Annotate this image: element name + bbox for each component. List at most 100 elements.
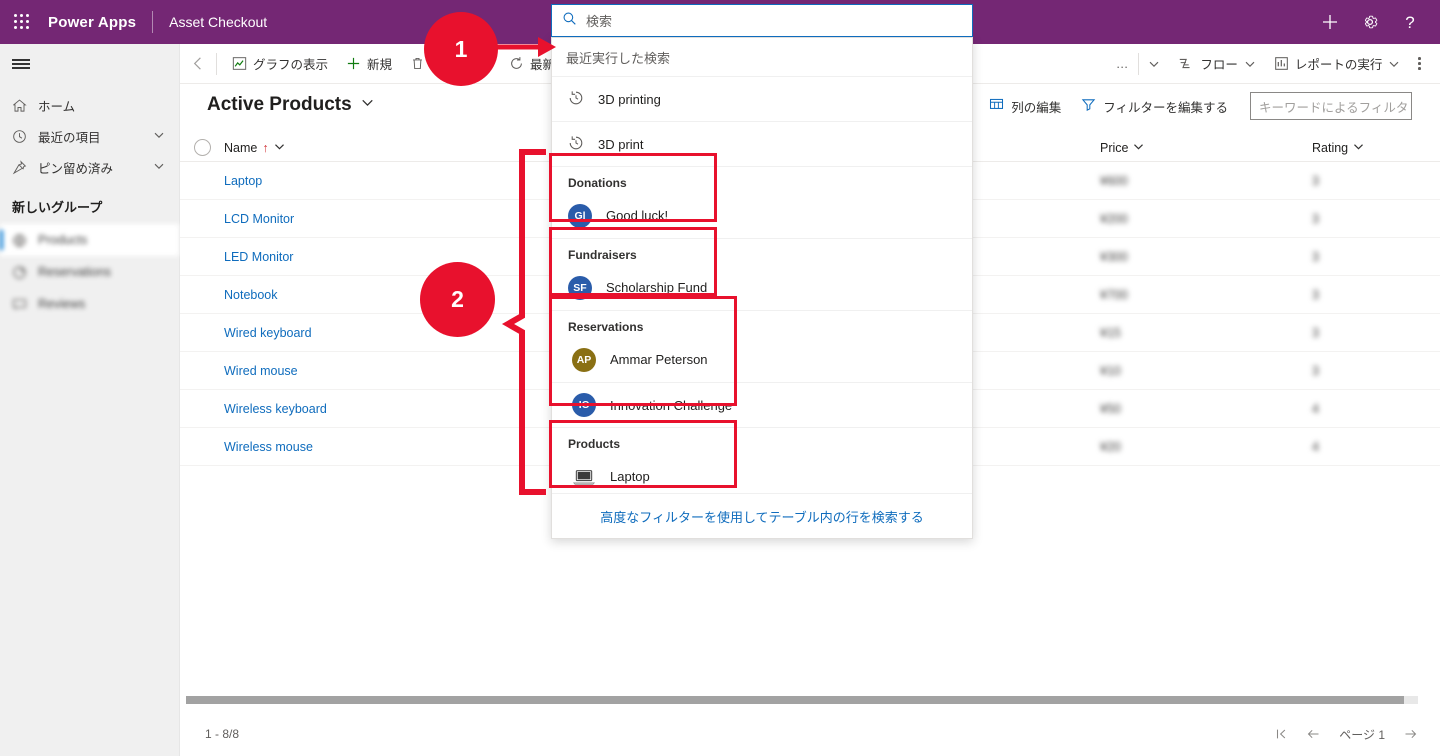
command-bar-divider bbox=[216, 52, 217, 75]
column-header-rating[interactable]: Rating bbox=[1312, 141, 1440, 155]
cell-rating: 3 bbox=[1312, 325, 1319, 340]
chevron-down-icon[interactable] bbox=[361, 96, 374, 114]
column-header-name[interactable]: Name ↑ bbox=[224, 141, 526, 155]
select-all-cell bbox=[180, 139, 224, 156]
app-name-label[interactable]: Asset Checkout bbox=[169, 14, 267, 30]
sidebar-item-home[interactable]: ホーム bbox=[0, 90, 179, 121]
more-vertical-icon bbox=[1418, 57, 1421, 70]
cell-rating: 3 bbox=[1312, 249, 1319, 264]
row-link[interactable]: Wired keyboard bbox=[224, 326, 312, 340]
suggestion-item-innovation-challenge[interactable]: IC Innovation Challenge bbox=[552, 382, 972, 427]
columns-icon bbox=[989, 97, 1004, 115]
search-input[interactable]: 検索 bbox=[551, 4, 973, 37]
cell-name: Wired keyboard bbox=[224, 326, 526, 340]
sidebar-item-pinned[interactable]: ピン留め済み bbox=[0, 152, 179, 183]
cell-price: ¥700 bbox=[1100, 287, 1128, 302]
first-page-icon[interactable] bbox=[1274, 727, 1288, 741]
chevron-down-icon[interactable] bbox=[153, 129, 165, 144]
scrollbar-thumb[interactable] bbox=[186, 696, 1404, 704]
overflow-ellipsis-button[interactable]: … bbox=[1107, 44, 1139, 84]
sort-ascending-icon: ↑ bbox=[262, 140, 269, 155]
row-link[interactable]: Notebook bbox=[224, 288, 278, 302]
cell-name: Laptop bbox=[224, 174, 526, 188]
page-number-label: ページ 1 bbox=[1339, 727, 1385, 742]
row-link[interactable]: Laptop bbox=[224, 174, 262, 188]
back-button[interactable] bbox=[180, 44, 216, 84]
previous-page-icon[interactable] bbox=[1306, 727, 1321, 741]
row-link[interactable]: Wired mouse bbox=[224, 364, 298, 378]
site-map-toggle-icon[interactable] bbox=[0, 44, 179, 84]
show-chart-button[interactable]: グラフの表示 bbox=[223, 44, 337, 84]
cell-price: ¥50 bbox=[1100, 401, 1121, 416]
edit-filters-button[interactable]: フィルターを編集する bbox=[1071, 90, 1238, 122]
app-launcher-icon[interactable] bbox=[0, 0, 44, 44]
column-header-price[interactable]: Price bbox=[1100, 141, 1312, 155]
history-icon bbox=[568, 90, 584, 109]
keyword-filter-input[interactable]: キーワードによるフィルタ bbox=[1250, 92, 1412, 120]
advanced-filter-link[interactable]: 高度なフィルターを使用してテーブル内の行を検索する bbox=[600, 507, 924, 526]
recent-search-item[interactable]: 3D print bbox=[552, 121, 972, 166]
sidebar-item-products[interactable]: Products bbox=[0, 224, 179, 256]
comment-icon bbox=[12, 297, 34, 312]
delete-icon bbox=[410, 56, 425, 71]
select-all-checkbox[interactable] bbox=[193, 139, 211, 156]
row-link[interactable]: Wireless mouse bbox=[224, 440, 313, 454]
recent-search-item[interactable]: 3D printing bbox=[552, 76, 972, 121]
new-button[interactable]: 新規 bbox=[337, 44, 401, 84]
row-link[interactable]: LED Monitor bbox=[224, 250, 293, 264]
run-report-button[interactable]: レポートの実行 bbox=[1265, 44, 1410, 84]
add-icon[interactable] bbox=[1310, 0, 1350, 44]
chevron-down-icon[interactable] bbox=[1133, 141, 1144, 155]
cell-price: ¥10 bbox=[1100, 363, 1121, 378]
overflow-chevron-button[interactable] bbox=[1139, 44, 1169, 84]
sidebar-item-recent[interactable]: 最近の項目 bbox=[0, 121, 179, 152]
keyword-filter-placeholder: キーワードによるフィルタ bbox=[1259, 100, 1409, 115]
next-page-icon[interactable] bbox=[1403, 727, 1418, 741]
more-commands-button[interactable] bbox=[1409, 44, 1430, 84]
chevron-down-icon[interactable] bbox=[153, 160, 165, 175]
suggestion-item-scholarship-fund[interactable]: SF Scholarship Fund bbox=[552, 265, 972, 310]
filter-icon bbox=[1081, 97, 1096, 115]
cell-rating: 3 bbox=[1312, 211, 1319, 226]
row-link[interactable]: Wireless keyboard bbox=[224, 402, 327, 416]
suggestion-label: Innovation Challenge bbox=[610, 397, 733, 413]
flow-button[interactable]: フロー bbox=[1169, 44, 1265, 84]
header-divider bbox=[152, 11, 154, 33]
edit-columns-button[interactable]: 列の編集 bbox=[979, 90, 1071, 122]
cell-price: ¥600 bbox=[1100, 173, 1128, 188]
chevron-down-icon[interactable] bbox=[1353, 141, 1364, 155]
brand-label[interactable]: Power Apps bbox=[48, 14, 136, 31]
cell-price: ¥20 bbox=[1100, 439, 1121, 454]
cell-name: Wireless mouse bbox=[224, 440, 526, 454]
help-glyph: ? bbox=[1405, 12, 1415, 32]
sidebar-item-reservations[interactable]: Reservations bbox=[0, 256, 179, 288]
cell-rating: 3 bbox=[1312, 363, 1319, 378]
recent-search-label: 3D print bbox=[598, 136, 644, 152]
gear-icon[interactable] bbox=[1350, 0, 1390, 44]
history-icon bbox=[568, 135, 584, 154]
edit-filters-label: フィルターを編集する bbox=[1103, 100, 1228, 115]
advanced-filter-footer: 高度なフィルターを使用してテーブル内の行を検索する bbox=[552, 493, 972, 538]
suggestion-item-ammar-peterson[interactable]: AP Ammar Peterson bbox=[552, 337, 972, 382]
sidebar-item-reviews[interactable]: Reviews bbox=[0, 288, 179, 320]
share-icon bbox=[12, 265, 34, 280]
suggestion-label: Ammar Peterson bbox=[610, 352, 708, 367]
row-link[interactable]: LCD Monitor bbox=[224, 212, 294, 226]
column-header-label: Price bbox=[1100, 140, 1129, 155]
cell-name: LED Monitor bbox=[224, 250, 526, 264]
flow-label: フロー bbox=[1200, 58, 1238, 72]
cell-price: ¥200 bbox=[1100, 211, 1128, 226]
cell-name: LCD Monitor bbox=[224, 212, 526, 226]
chevron-down-icon[interactable] bbox=[274, 141, 285, 155]
suggestion-item-good-luck[interactable]: Gl Good luck! bbox=[552, 193, 972, 238]
help-icon[interactable]: ? bbox=[1390, 0, 1430, 44]
delete-button[interactable] bbox=[401, 44, 440, 84]
page-title[interactable]: Active Products bbox=[207, 94, 352, 116]
avatar: SF bbox=[568, 275, 592, 300]
cell-price: ¥300 bbox=[1100, 249, 1128, 264]
flow-icon bbox=[1178, 56, 1194, 71]
horizontal-scrollbar[interactable] bbox=[186, 696, 1418, 704]
home-icon bbox=[12, 98, 34, 113]
recent-search-label: 3D printing bbox=[598, 91, 661, 107]
cell-name: Wired mouse bbox=[224, 364, 526, 378]
